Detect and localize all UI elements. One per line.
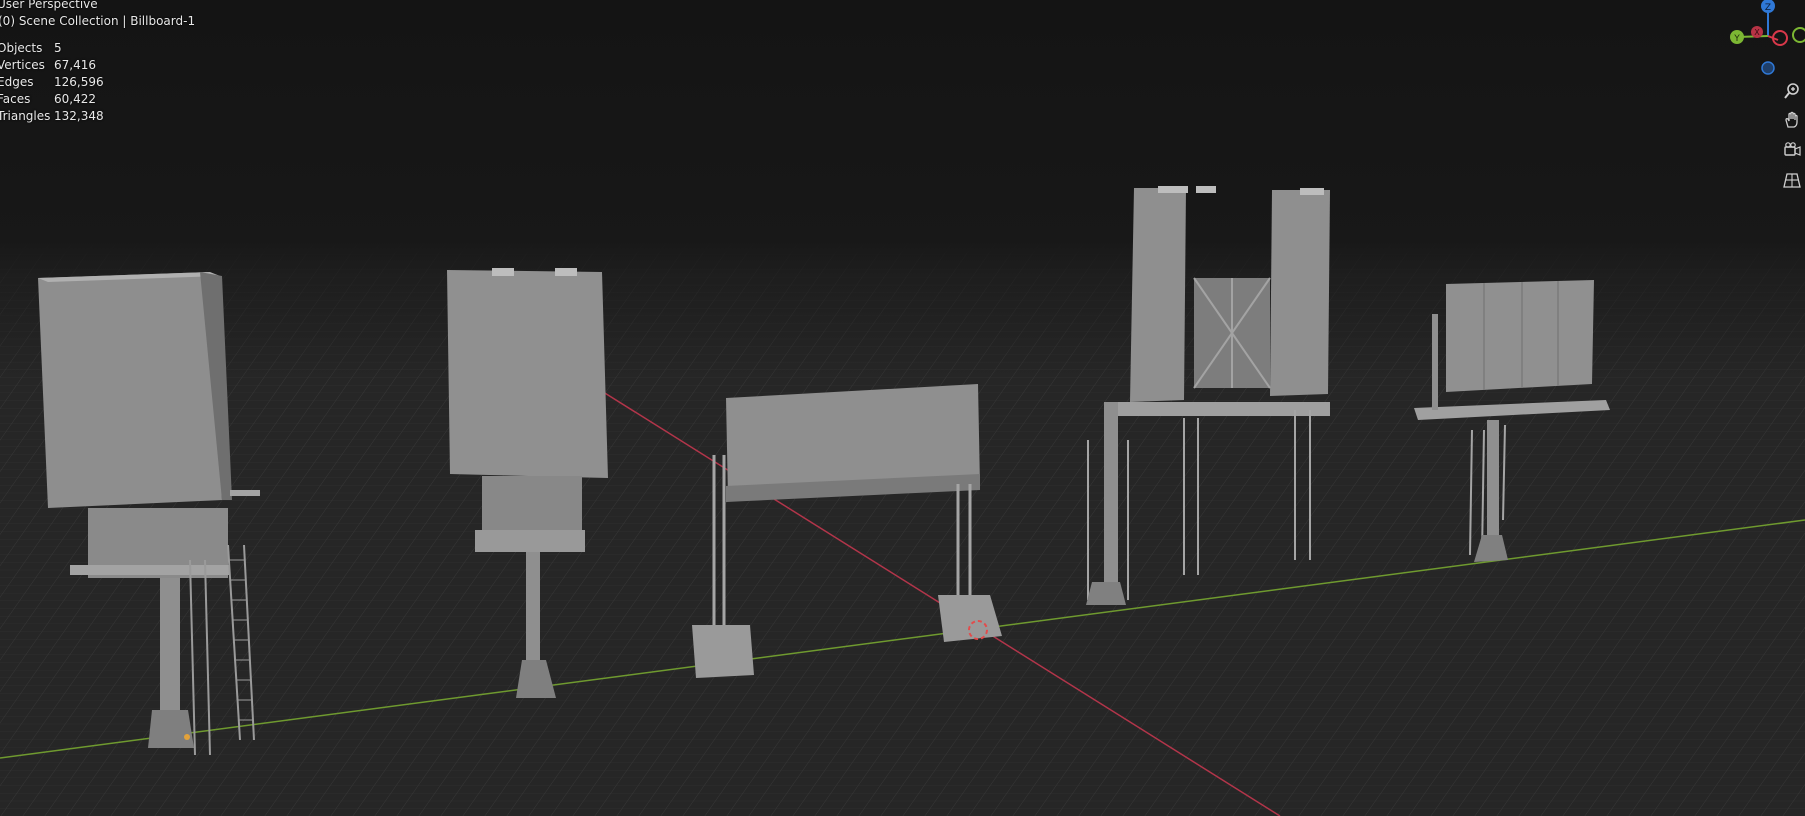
view-name-label: User Perspective (0, 0, 98, 11)
camera-view-icon[interactable] (1781, 139, 1803, 161)
stat-label: Triangles (0, 109, 51, 123)
stat-row-triangles: Triangles 132,348 (0, 108, 104, 125)
stat-value: 60,422 (54, 92, 96, 106)
stat-label: Edges (0, 75, 34, 89)
stat-row-edges: Edges 126,596 (0, 74, 104, 91)
scene-statistics: Objects 5 Vertices 67,416 Edges 126,596 … (0, 40, 104, 125)
stat-value: 126,596 (54, 75, 104, 89)
stat-label: Objects (0, 41, 43, 55)
gizmo-z-axis[interactable]: Z (1761, 0, 1775, 13)
stat-row-objects: Objects 5 (0, 40, 104, 57)
stat-value: 67,416 (54, 58, 96, 72)
stat-row-vertices: Vertices 67,416 (0, 57, 104, 74)
collection-breadcrumb: (0) Scene Collection | Billboard-1 (0, 14, 196, 28)
stat-value: 5 (54, 41, 62, 55)
gizmo-negative-y[interactable] (1792, 27, 1805, 43)
gizmo-x-axis[interactable]: X (1751, 26, 1763, 38)
stat-value: 132,348 (54, 109, 104, 123)
stat-label: Faces (0, 92, 31, 106)
gizmo-x-label: X (1754, 28, 1760, 37)
scene-canvas[interactable] (0, 0, 1805, 816)
gizmo-z-label: Z (1765, 3, 1771, 13)
gizmo-negative-z[interactable] (1761, 61, 1775, 75)
orthographic-grid-icon[interactable] (1781, 169, 1803, 191)
gizmo-y-axis[interactable]: Y (1730, 30, 1744, 44)
3d-viewport[interactable]: User Perspective (0) Scene Collection | … (0, 0, 1805, 816)
stat-row-faces: Faces 60,422 (0, 91, 104, 108)
stat-label: Vertices (0, 58, 45, 72)
navigation-gizmo[interactable]: Z Y X (1720, 0, 1805, 80)
pan-hand-icon[interactable] (1781, 109, 1803, 131)
gizmo-y-label: Y (1733, 34, 1740, 44)
zoom-icon[interactable] (1781, 80, 1803, 102)
